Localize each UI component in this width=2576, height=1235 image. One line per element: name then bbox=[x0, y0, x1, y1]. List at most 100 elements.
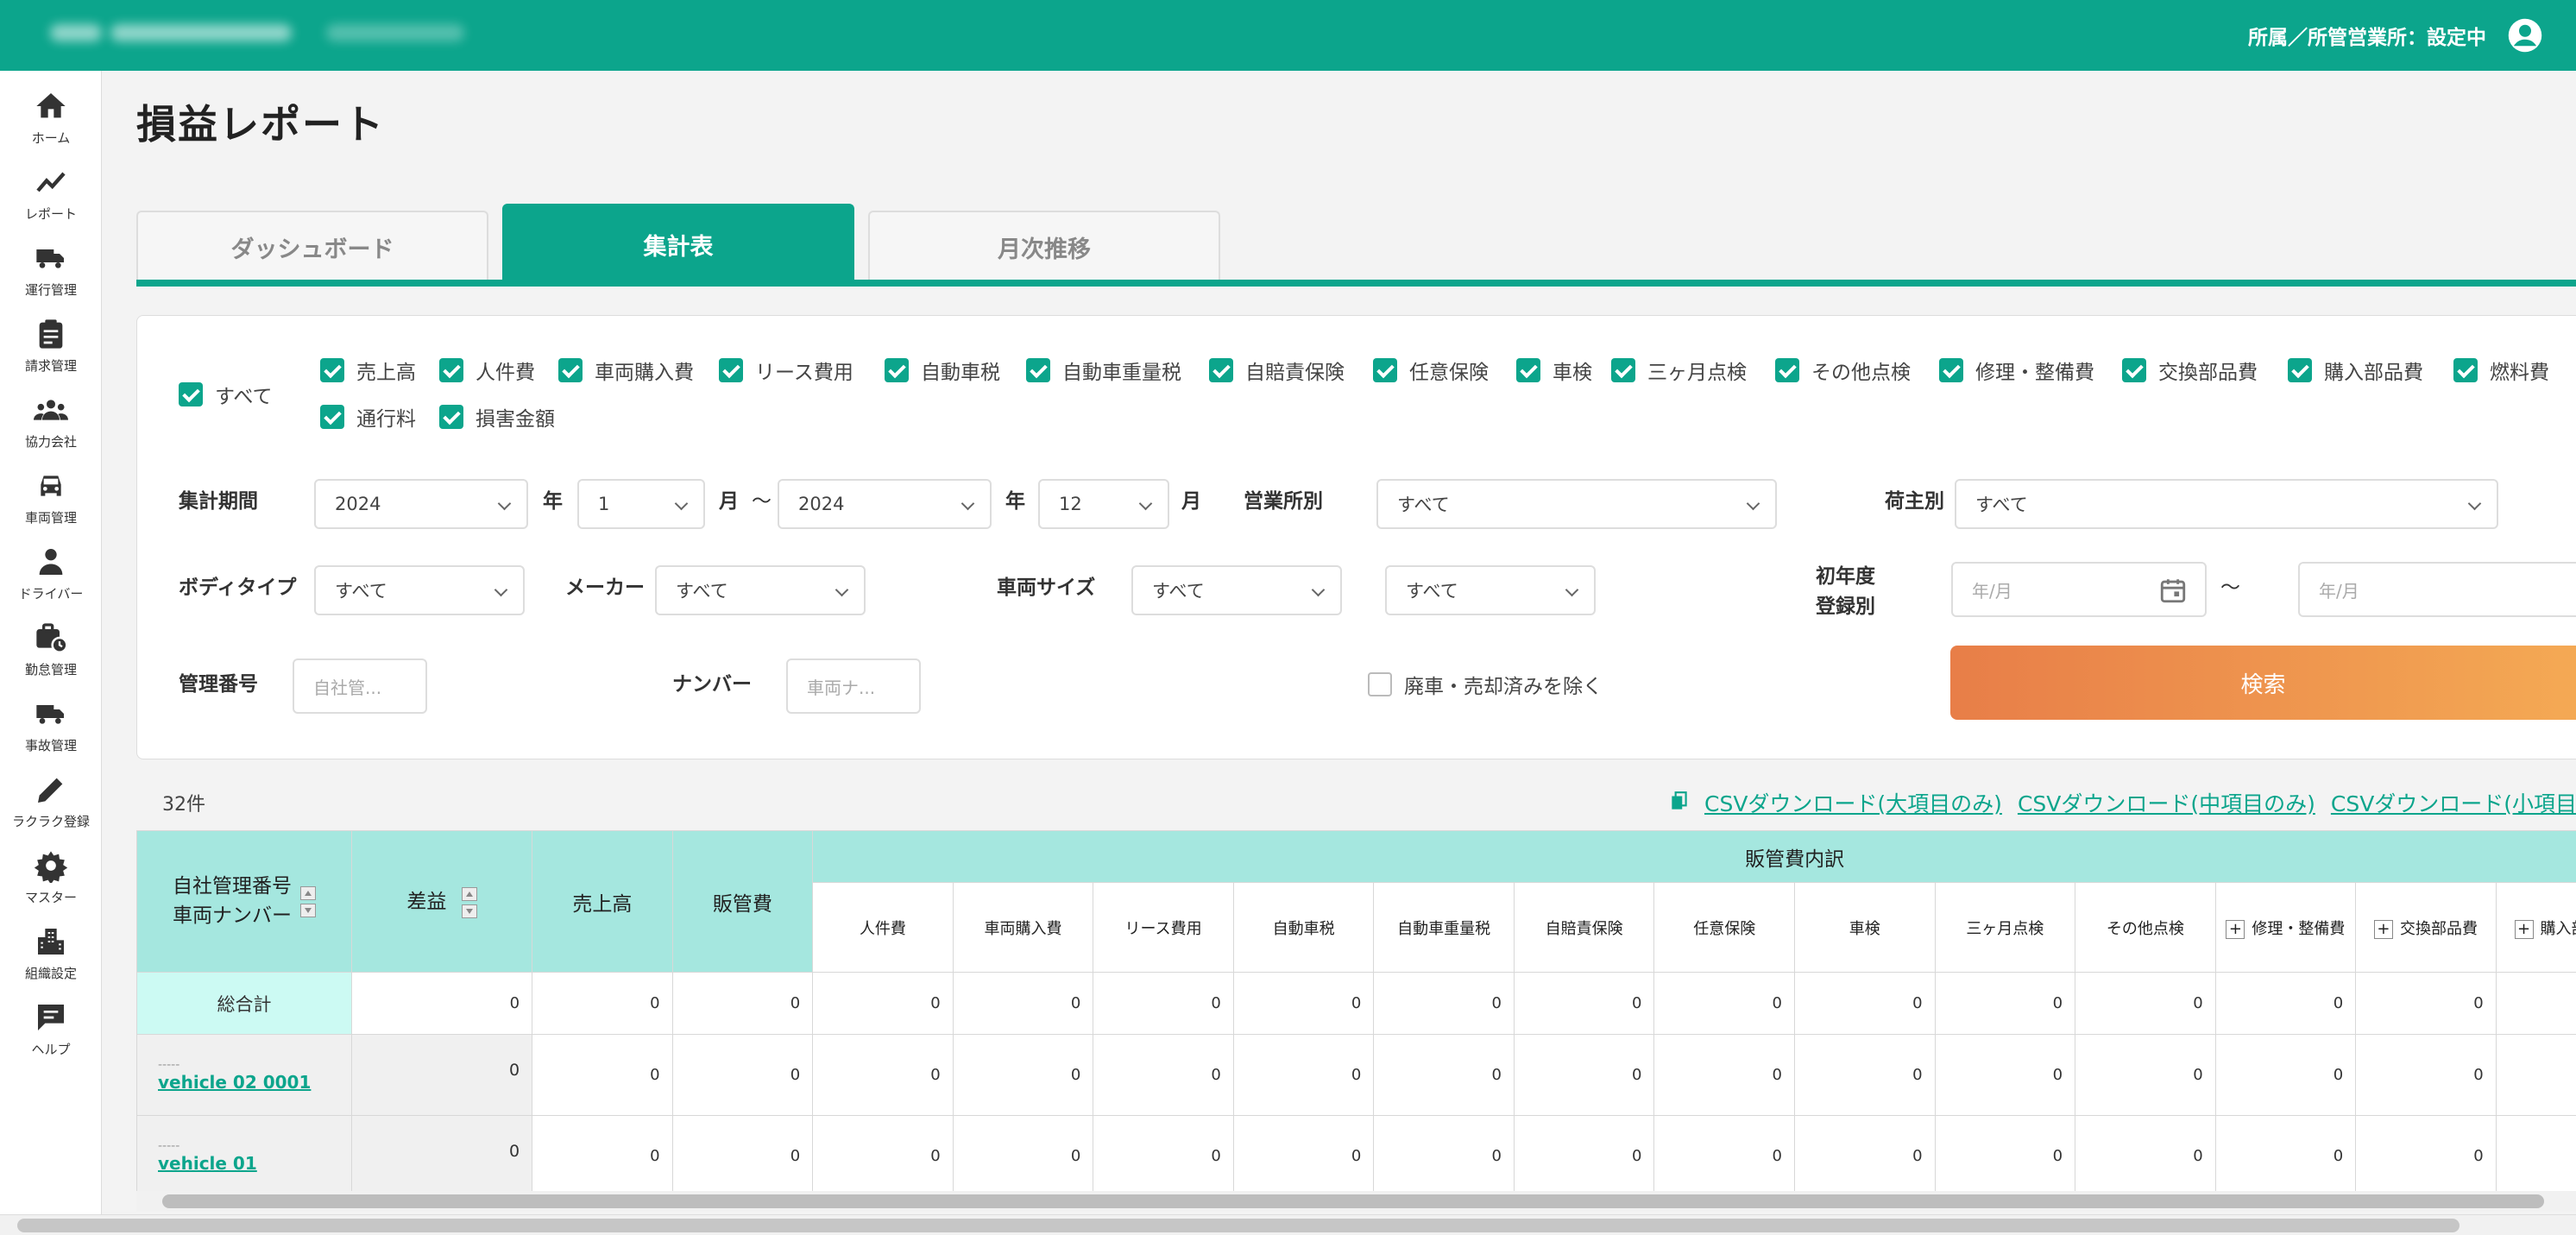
sort-asc-icon[interactable] bbox=[300, 885, 317, 900]
page-horizontal-scrollbar[interactable] bbox=[0, 1214, 2576, 1235]
sidebar-item-billing[interactable]: 請求管理 bbox=[0, 307, 102, 383]
csv-download-small[interactable]: CSVダウンロード(小項目 bbox=[2331, 787, 2576, 818]
expand-plus-icon[interactable]: + bbox=[2514, 919, 2534, 939]
vehicle-size-select-2[interactable]: すべて bbox=[1385, 565, 1596, 615]
sidebar-item-partners[interactable]: 協力会社 bbox=[0, 383, 102, 459]
office-select[interactable]: すべて bbox=[1376, 479, 1777, 529]
sidebar-item-easy-register[interactable]: ラクラク登録 bbox=[0, 763, 102, 839]
checkbox-weight-tax[interactable]: 自動車重量税 bbox=[1026, 356, 1181, 385]
checkbox-all[interactable]: すべて bbox=[179, 380, 272, 409]
checkbox-three-month-check[interactable]: 三ヶ月点検 bbox=[1611, 356, 1747, 385]
body-type-select[interactable]: すべて bbox=[314, 565, 525, 615]
maker-select[interactable]: すべて bbox=[655, 565, 866, 615]
sidebar-item-drivers[interactable]: ドライバー bbox=[0, 535, 102, 611]
exclude-scrapped-checkbox[interactable]: 廃車・売却済みを除く bbox=[1368, 670, 1603, 699]
end-year-select[interactable]: 2024 bbox=[778, 479, 992, 529]
checkbox-toll[interactable]: 通行料 bbox=[320, 402, 416, 432]
sub-col-header: 自動車重量税 bbox=[1373, 882, 1515, 973]
checkbox-inspection[interactable]: 車検 bbox=[1516, 356, 1592, 385]
table-cell: 0 bbox=[2214, 1115, 2357, 1191]
table-cell: 0 bbox=[1513, 972, 1655, 1035]
checkbox-optional-insurance[interactable]: 任意保険 bbox=[1373, 356, 1489, 385]
sort-desc-icon[interactable] bbox=[300, 903, 317, 917]
col-header-sga: 販管費 bbox=[671, 830, 814, 973]
checkbox-purchased-parts[interactable]: 購入部品費 bbox=[2288, 356, 2423, 385]
vehicle-link[interactable]: vehicle 01 bbox=[158, 1153, 257, 1174]
end-month-select[interactable]: 12 bbox=[1038, 479, 1169, 529]
sub-col-header: 人件費 bbox=[812, 882, 954, 973]
first-reg-to-input[interactable]: 年/月 bbox=[2298, 562, 2576, 617]
col-header-diff[interactable]: 差益 bbox=[351, 830, 533, 973]
checkbox-fuel[interactable]: 燃料費 bbox=[2453, 356, 2549, 385]
checkbox-auto-tax[interactable]: 自動車税 bbox=[885, 356, 1000, 385]
sidebar-nav: ホーム レポート 運行管理 請求管理 協力会社 車両管理 ドライバー 勤怠管理 … bbox=[0, 71, 102, 1235]
sidebar-item-accidents[interactable]: 事故管理 bbox=[0, 687, 102, 763]
checkbox-other-check[interactable]: その他点検 bbox=[1775, 356, 1911, 385]
sidebar-item-organization[interactable]: 組織設定 bbox=[0, 915, 102, 991]
checkbox-repair[interactable]: 修理・整備費 bbox=[1939, 356, 2094, 385]
shipper-label: 荷主別 bbox=[1885, 490, 1944, 513]
sidebar-item-report[interactable]: レポート bbox=[0, 155, 102, 231]
month-unit-label-2: 月 bbox=[1181, 490, 1201, 513]
truck-alert-icon bbox=[36, 704, 64, 724]
table-horizontal-scrollbar[interactable] bbox=[136, 1191, 2576, 1212]
checkbox-damage[interactable]: 損害金額 bbox=[439, 402, 555, 432]
chevron-down-icon bbox=[960, 496, 975, 511]
table-cell: 0 bbox=[351, 972, 533, 1035]
sort-toggle[interactable] bbox=[461, 886, 477, 918]
checkbox-all-box[interactable] bbox=[179, 382, 203, 406]
chevron-down-icon bbox=[1311, 583, 1326, 597]
checkbox-compulsory-insurance[interactable]: 自賠責保険 bbox=[1209, 356, 1345, 385]
sidebar-item-vehicles[interactable]: 車両管理 bbox=[0, 459, 102, 535]
sidebar-item-master[interactable]: マスター bbox=[0, 839, 102, 915]
csv-download-medium[interactable]: CSVダウンロード(中項目のみ) bbox=[2018, 787, 2315, 818]
table-cell: 0 bbox=[2355, 1115, 2497, 1191]
sidebar-item-help[interactable]: ヘルプ bbox=[0, 991, 102, 1067]
search-button[interactable]: 検索 bbox=[1950, 646, 2576, 720]
checkbox-sales[interactable]: 売上高 bbox=[320, 356, 416, 385]
sub-col-header-purchased[interactable]: +購入部品費 bbox=[2495, 882, 2576, 973]
app-logo[interactable] bbox=[50, 19, 464, 48]
table-cell: 0 bbox=[1232, 1034, 1375, 1116]
shipper-select[interactable]: すべて bbox=[1955, 479, 2498, 529]
tab-summary-table[interactable]: 集計表 bbox=[502, 204, 854, 283]
start-year-select[interactable]: 2024 bbox=[314, 479, 528, 529]
scrollbar-thumb[interactable] bbox=[17, 1219, 2459, 1232]
calendar-icon[interactable] bbox=[2158, 576, 2188, 605]
expand-plus-icon[interactable]: + bbox=[2226, 919, 2245, 939]
sub-col-header-repair[interactable]: + 修理・整備費 bbox=[2214, 882, 2357, 973]
sidebar-item-operation[interactable]: 運行管理 bbox=[0, 231, 102, 307]
checkbox-labor[interactable]: 人件費 bbox=[439, 356, 535, 385]
table-cell: 0 bbox=[1513, 1034, 1655, 1116]
plate-number-input[interactable]: 車両ナ... bbox=[786, 658, 921, 714]
sort-toggle[interactable] bbox=[300, 885, 317, 917]
table-cell: 0 bbox=[812, 972, 954, 1035]
sort-desc-icon[interactable] bbox=[461, 904, 477, 918]
checkbox-lease[interactable]: リース費用 bbox=[719, 356, 853, 385]
sort-asc-icon[interactable] bbox=[461, 886, 477, 901]
vehicle-link[interactable]: vehicle 02 0001 bbox=[158, 1072, 311, 1093]
sidebar-item-attendance[interactable]: 勤怠管理 bbox=[0, 611, 102, 687]
col-header-mgmt-number[interactable]: 自社管理番号 車両ナンバー bbox=[136, 830, 353, 973]
start-month-select[interactable]: 1 bbox=[577, 479, 705, 529]
table-cell: 0 bbox=[2355, 1034, 2497, 1116]
mgmt-number-input[interactable]: 自社管... bbox=[293, 658, 427, 714]
person-icon bbox=[39, 548, 63, 575]
checkbox-replacement-parts[interactable]: 交換部品費 bbox=[2122, 356, 2258, 385]
first-reg-from-input[interactable]: 年/月 bbox=[1951, 562, 2207, 617]
checkbox-vehicle-purchase[interactable]: 車両購入費 bbox=[558, 356, 694, 385]
user-account-icon[interactable] bbox=[2507, 17, 2543, 54]
sub-col-header-replacement[interactable]: + 交換部品費 bbox=[2355, 882, 2497, 973]
report-table-container[interactable]: 自社管理番号 車両ナンバー 差益 売上高 販管費 販管費内訳 人件費 車両購入費 bbox=[136, 830, 2576, 1191]
vehicle-size-select[interactable]: すべて bbox=[1131, 565, 1342, 615]
period-label: 集計期間 bbox=[179, 490, 258, 513]
tab-monthly-trend[interactable]: 月次推移 bbox=[868, 211, 1220, 281]
col-group-sga-breakdown: 販管費内訳 bbox=[812, 830, 2576, 883]
scrollbar-thumb[interactable] bbox=[162, 1194, 2544, 1208]
tab-dashboard[interactable]: ダッシュボード bbox=[136, 211, 488, 281]
sidebar-item-home[interactable]: ホーム bbox=[0, 79, 102, 155]
table-cell: 0 bbox=[1232, 972, 1375, 1035]
affiliation-text[interactable]: 所属／所管営業所：設定中 bbox=[2248, 21, 2486, 50]
expand-plus-icon[interactable]: + bbox=[2373, 919, 2393, 939]
csv-download-large[interactable]: CSVダウンロード(大項目のみ) bbox=[1704, 787, 2002, 818]
